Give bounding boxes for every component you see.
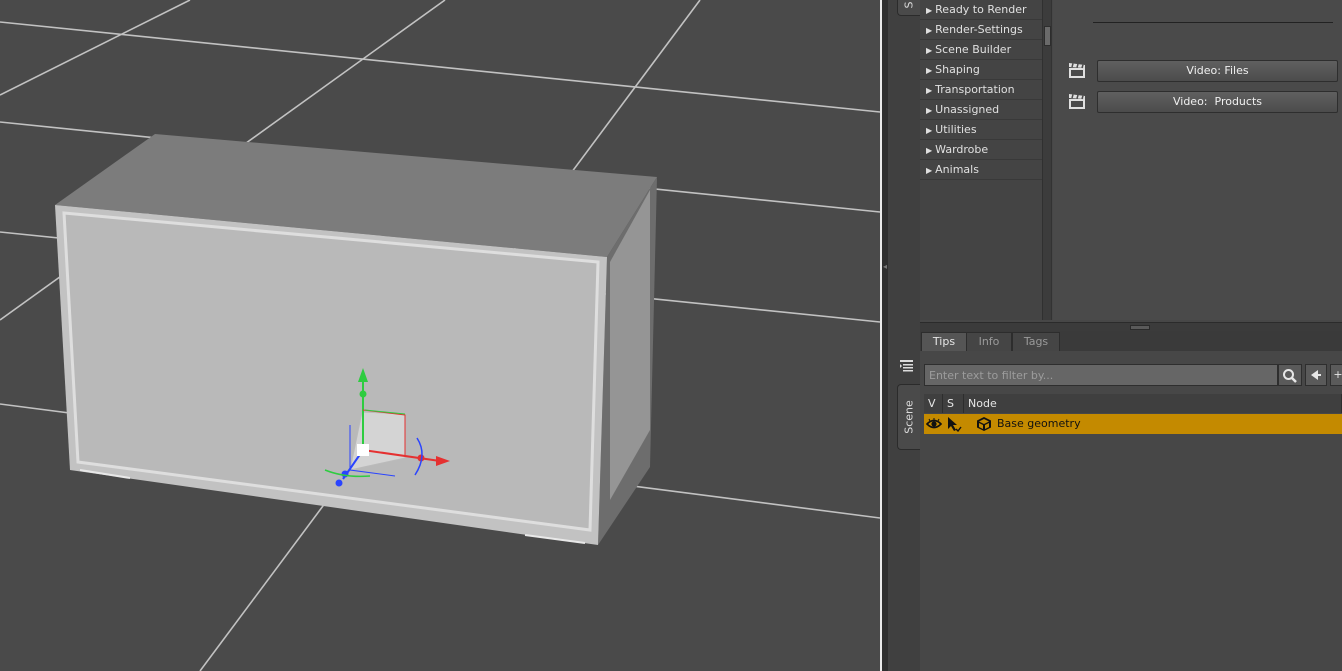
column-header-cell[interactable]: V [924,394,943,413]
category-label: Unassigned [935,103,1000,116]
category-item[interactable]: ▶ Render-Settings [920,20,1042,40]
expand-arrow-icon[interactable]: ▶ [926,26,932,35]
scrollbar-thumb[interactable] [1044,26,1051,46]
column-header-cell[interactable]: Node [964,394,1342,413]
expand-arrow-icon[interactable]: ▶ [926,66,932,75]
category-label: Utilities [935,123,977,136]
expand-arrow-icon[interactable]: ▶ [926,126,932,135]
tab-smart-content[interactable]: S [897,0,920,16]
category-item[interactable]: ▶ Scene Builder [920,40,1042,60]
category-item[interactable]: ▶ Shaping [920,60,1042,80]
category-item[interactable]: ▶ Utilities [920,120,1042,140]
collapse-arrow-icon[interactable]: ◂ [883,262,887,271]
splitter-grip[interactable] [1130,325,1150,330]
category-item[interactable]: ▶ Wardrobe [920,140,1042,160]
category-item[interactable]: ▶ Animals [920,160,1042,180]
tab-label: Scene [902,400,916,434]
category-item[interactable]: ▶ Unassigned [920,100,1042,120]
category-list: ▶ Ready to Render ▶ Render-Settings ▶ Scene B… [920,0,1043,320]
category-label: Transportation [935,83,1015,96]
filter-input[interactable] [924,364,1278,386]
geometry-icon [977,417,991,431]
tab-info[interactable]: Info [966,332,1012,351]
panel-tab-bar: Tips Info Tags [920,331,1342,351]
sidebar-tabs: S Scene [888,0,920,671]
content-panel: ▶ Ready to Render ▶ Render-Settings ▶ Scene B… [920,0,1342,322]
search-icon[interactable] [1278,364,1302,386]
column-header: V S Node [924,394,1342,413]
category-label: Shaping [935,63,980,76]
divider [1093,22,1333,23]
expand-arrow-icon[interactable]: ▶ [926,106,932,115]
category-item[interactable]: ▶ Transportation [920,80,1042,100]
expand-arrow-icon[interactable]: ▶ [926,46,932,55]
clapperboard-icon [1069,63,1085,78]
filter-bar: + [924,364,1342,388]
tab-tips[interactable]: Tips [921,332,967,351]
node-name: Base geometry [997,417,1081,430]
eye-icon[interactable] [926,416,942,432]
category-label: Wardrobe [935,143,989,156]
category-label: Animals [935,163,979,176]
tab-scene[interactable]: Scene [897,384,920,450]
panel-menu-icon[interactable] [899,358,915,374]
clapperboard-icon [1069,94,1085,109]
video-links: Video: Files Video: Products [1053,0,1342,320]
3d-viewport[interactable] [0,0,880,671]
category-label: Render-Settings [935,23,1023,36]
expand-arrow-icon[interactable]: ▶ [926,6,932,15]
category-scrollbar[interactable] [1043,0,1052,320]
expand-arrow-icon[interactable]: ▶ [926,86,932,95]
expand-arrow-icon[interactable]: ▶ [926,146,932,155]
video-button[interactable]: Video: Files [1097,60,1338,82]
back-arrow-icon[interactable] [1305,364,1327,386]
box-model[interactable] [55,134,657,545]
arrow-cursor-icon[interactable] [946,416,962,432]
scene-panel: + VSNode Base geometry [900,351,1342,671]
video-button[interactable]: Video: Products [1097,91,1338,113]
tab-label: S [902,1,916,9]
column-header-cell[interactable]: S [943,394,964,413]
category-label: Ready to Render [935,3,1027,16]
add-icon[interactable]: + [1330,364,1342,386]
tab-tags[interactable]: Tags [1012,332,1060,351]
category-label: Scene Builder [935,43,1012,56]
expand-arrow-icon[interactable]: ▶ [926,166,932,175]
table-row[interactable]: Base geometry [924,414,1342,434]
category-item[interactable]: ▶ Ready to Render [920,0,1042,20]
